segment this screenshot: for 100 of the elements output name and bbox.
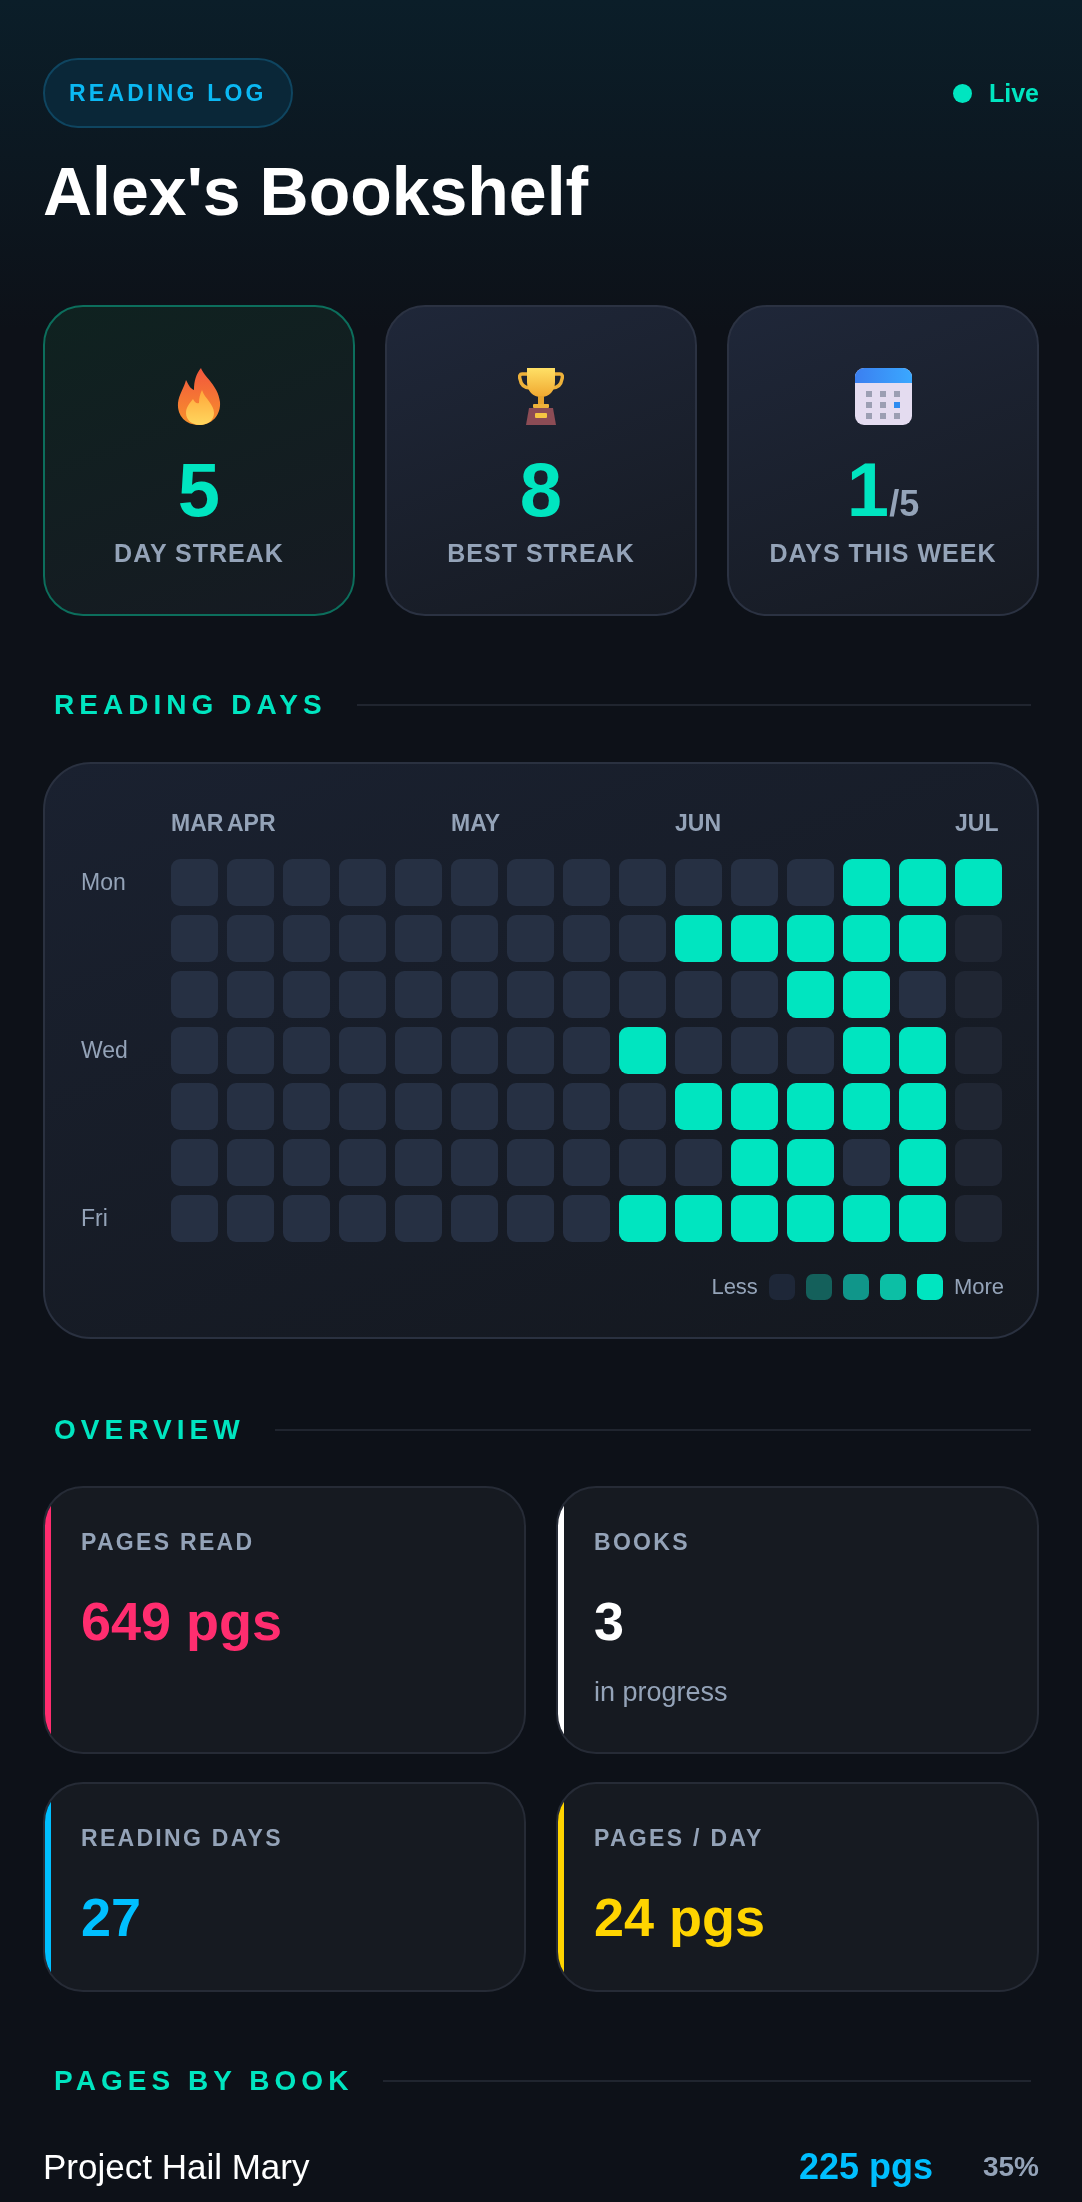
heatmap-cell [339,1027,386,1074]
heatmap-cell [395,1083,442,1130]
heatmap-cell [899,971,946,1018]
heatmap-cell [843,1083,890,1130]
stat-suffix: /5 [889,486,920,522]
heatmap-cell [395,1027,442,1074]
section-heading: OVERVIEW [54,1416,245,1444]
card-value: 3 [594,1594,626,1648]
heatmap-cell [507,1027,554,1074]
heatmap-cell [787,1027,834,1074]
heatmap-cell [171,915,218,962]
heatmap-cell [731,1139,778,1186]
page-title: Alex's Bookshelf [43,157,590,225]
trophy-icon [518,368,564,425]
heatmap-cell [451,1083,498,1130]
heatmap-cell [507,859,554,906]
heatmap-cell [619,859,666,906]
heatmap-cell [395,1195,442,1242]
heatmap-cell [171,971,218,1018]
header-badge: READING LOG [43,58,293,128]
card-label: BOOKS [594,1531,691,1554]
heatmap-cell [339,1139,386,1186]
heatmap-cell [227,1139,274,1186]
section-heading: READING DAYS [54,691,327,719]
heatmap-cell [171,1027,218,1074]
heatmap-cell [339,915,386,962]
heatmap-cell [451,1195,498,1242]
flame-icon [177,368,221,425]
heatmap-cell [787,1195,834,1242]
heatmap-cell [843,915,890,962]
heatmap-cell [227,1027,274,1074]
heatmap-cell [451,1027,498,1074]
heatmap-cell [227,971,274,1018]
book-title: Project Hail Mary [43,2146,311,2188]
heatmap-cell [731,859,778,906]
heatmap-cell [899,1195,946,1242]
heatmap-cell [619,971,666,1018]
heatmap-cell [843,1195,890,1242]
heatmap-cell [787,971,834,1018]
heatmap-cell [675,1027,722,1074]
weekday-label: Wed [81,1039,128,1062]
legend-label: More [953,1276,1004,1298]
card-label: READING DAYS [81,1827,284,1850]
heatmap-cell [899,915,946,962]
weekday-label: Fri [81,1207,108,1230]
stat-label: DAYS THIS WEEK [769,541,997,566]
month-label: JUL [955,812,999,835]
heatmap-cell [283,859,330,906]
heatmap-cell [339,971,386,1018]
heatmap-cell [227,1083,274,1130]
heatmap-cell [395,915,442,962]
heatmap-cell [843,971,890,1018]
heatmap-cell [507,1139,554,1186]
heatmap-cell [731,1027,778,1074]
heatmap-cell [619,1083,666,1130]
heatmap-cell [563,1027,610,1074]
stat-label: DAY STREAK [114,541,284,566]
heatmap-cell [283,915,330,962]
heatmap-cell [563,859,610,906]
heatmap-cell [563,971,610,1018]
heatmap-cell [899,1027,946,1074]
stat-label: BEST STREAK [447,541,635,566]
heatmap-cell [731,915,778,962]
heatmap-cell [395,971,442,1018]
heatmap-cell [619,1195,666,1242]
heatmap-cell [283,971,330,1018]
heatmap-cell [507,1195,554,1242]
heatmap-cell [507,915,554,962]
heatmap-cell [843,859,890,906]
heatmap-cell [731,971,778,1018]
heatmap-cell [395,859,442,906]
heatmap-cell [227,1195,274,1242]
month-label: JUN [675,812,721,835]
heatmap-cell [171,1195,218,1242]
heatmap-cell [563,1083,610,1130]
heatmap-cell [843,1027,890,1074]
stat-value: 8 [519,452,563,528]
status-label: Live [988,80,1039,106]
heatmap-cell [787,1083,834,1130]
heatmap-cell [507,1083,554,1130]
heatmap-cell [451,1139,498,1186]
heatmap-cell [675,859,722,906]
heatmap-cell [171,1139,218,1186]
heatmap-cell [451,971,498,1018]
heatmap-cell [563,1195,610,1242]
heatmap-cell [227,859,274,906]
month-label: MAR [171,812,224,835]
card-value: 27 [81,1890,143,1944]
heatmap-cell [283,1083,330,1130]
heatmap-cell [955,859,1002,906]
book-percent: 35% [982,2150,1039,2184]
heatmap-cell [675,971,722,1018]
heatmap-cell [451,915,498,962]
heatmap-cell [899,859,946,906]
heatmap-cell [339,859,386,906]
heatmap-cell [339,1195,386,1242]
calendar-icon [854,368,912,425]
heatmap-cell [731,1083,778,1130]
heatmap-cell [283,1027,330,1074]
heatmap-cell [563,1139,610,1186]
